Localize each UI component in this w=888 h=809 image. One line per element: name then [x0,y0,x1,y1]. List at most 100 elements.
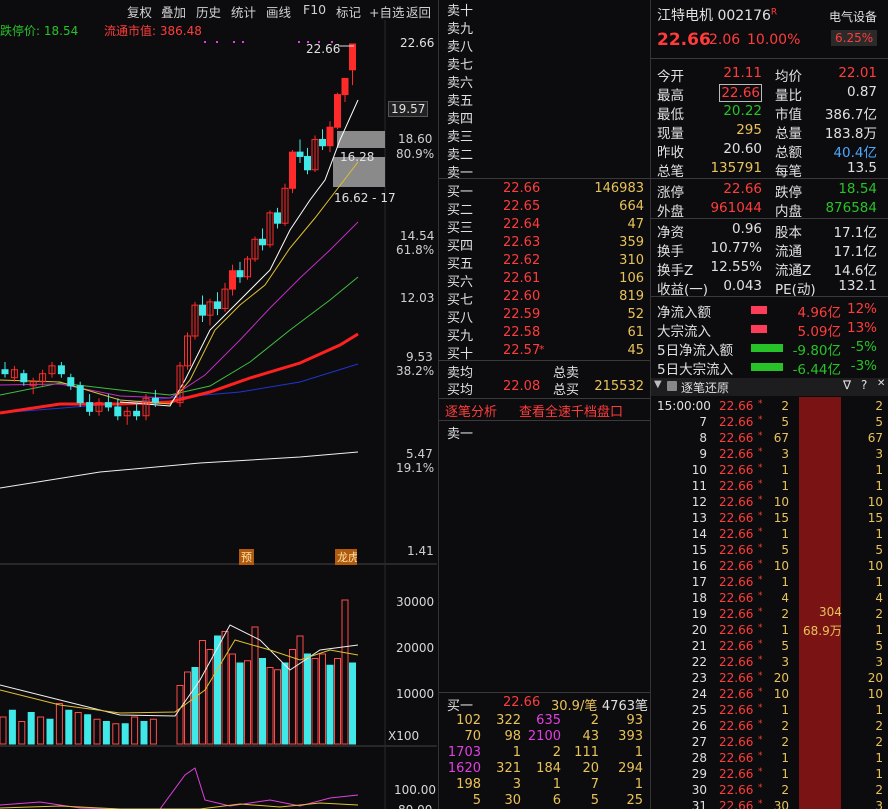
volume-bar [304,653,311,745]
tick-mark: * [758,783,763,793]
ma-magenta [0,221,359,399]
candle-body [133,410,141,417]
buy-level-row[interactable]: 买三 22.64 47 [439,217,650,236]
tick-mark: * [758,447,763,457]
tick-row: 12 22.66 * 10 10 [651,495,888,511]
tick-row: 16 22.66 * 10 10 [651,559,888,575]
tick-row: 15:00:00 22.66 * 2 2 [651,399,888,415]
quote-stat-row: 换手Z 12.55% 流通Z 14.6亿 [651,259,888,279]
tick-price: 22.66 [719,431,754,445]
stat-label: 今开 [657,69,684,85]
queue-cell: 43 [582,729,599,744]
tick-count: 2 [875,735,883,749]
stat-label: 昨收 [657,145,684,161]
tick-time: 9 [699,447,707,461]
sell-level-row[interactable]: 卖五 [439,90,650,109]
toolbar-item[interactable]: 标记 [336,2,361,21]
candle-body [326,126,334,147]
sell-level-label: 卖八 [447,40,474,55]
toolbar-item[interactable]: 画线 [266,2,291,21]
volume-bar [221,631,229,745]
tick-time: 18 [691,591,707,605]
toolbar-item[interactable]: 历史 [196,2,221,21]
candle-body [199,304,206,316]
toolbar-item[interactable]: 叠加 [161,2,186,21]
buy-level-row[interactable]: 买七 22.60 819 [439,289,650,308]
buy-level-row[interactable]: 买一 22.66 146983 [439,181,650,200]
sell-level-row[interactable]: 卖四 [439,108,650,127]
price-axis-label: 5.47 [406,447,433,461]
tick-volume: 2 [781,735,789,749]
buy-level-row[interactable]: 买九 22.58 61 [439,325,650,344]
toolbar-item[interactable]: 复权 [127,2,152,21]
buy-level-price: 22.63 [503,235,541,250]
tick-count: 1 [875,527,883,541]
mktcap-label: 流通市值: 386.48 [104,24,202,38]
buy-level-row[interactable]: 买二 22.65 664 [439,199,650,218]
candle-body [151,397,159,404]
tick-count: 5 [875,415,883,429]
tick-mark: * [758,767,763,777]
help-icon[interactable]: ? [861,378,867,392]
buy-level-row[interactable]: 买五 22.62 310 [439,253,650,272]
sell-level-row[interactable]: 卖三 [439,126,650,145]
tick-count: 5 [875,543,883,557]
queue-sell1-row: 卖一 [447,427,474,442]
tick-mark: * [758,431,763,441]
buy-level-row[interactable]: 买六 22.61 106 [439,271,650,290]
volume-bar [236,662,244,745]
chart-canvas[interactable] [0,0,437,809]
stat-value: 18.54 [838,181,877,197]
toolbar-item[interactable]: 统计 [231,2,256,21]
filter-icon[interactable]: ∇ [843,378,851,392]
indicator-axis-label: 80.00 [398,803,432,809]
buy-level-row[interactable]: 买八 22.59 52 [439,307,650,326]
tab-tick-analysis[interactable]: 逐笔分析 [445,401,497,420]
toolbar-item[interactable]: +自选 [369,2,404,21]
dragon-tiger-badge[interactable]: 龙虎榜 [335,549,357,565]
tick-volume: 2 [781,607,789,621]
tick-price: 22.66 [719,399,754,413]
tab-full-depth[interactable]: 查看全速千档盘口 [519,401,623,420]
tick-volume: 5 [781,543,789,557]
tick-count: 5 [875,639,883,653]
tick-title: 逐笔还原 [681,381,730,395]
tick-time: 19 [691,607,707,621]
close-icon[interactable]: ✕ [877,378,885,389]
kline-chart[interactable]: 复权 叠加 历史 统计 画线 F10 标记 +自选 返回 跌停价: 18.54 流通市值: 38… [0,0,437,809]
forecast-badge[interactable]: 预 [239,549,254,565]
sell-level-row[interactable]: 卖六 [439,72,650,91]
sell-level-row[interactable]: 卖八 [439,36,650,55]
queue-cell: 111 [574,745,599,760]
avg-sell-row: 卖均 总卖 [447,366,580,381]
queue-cell: 7 [590,777,599,792]
sell-level-row[interactable]: 卖十 [439,0,650,19]
tick-row: 23 22.66 * 20 20 [651,671,888,687]
zone-box [337,131,385,148]
stat-label: 现量 [657,126,684,142]
sector-name[interactable]: 电气设备 [829,8,877,25]
tick-row: 18 22.66 * 4 4 [651,591,888,607]
buy-level-volume: 146983 [594,181,644,196]
tick-mark: * [758,495,763,505]
collapse-icon[interactable]: ▼ [654,379,662,390]
toolbar-item[interactable]: F10 [303,2,326,17]
tick-mark: * [758,511,763,521]
tick-price: 22.66 [719,639,754,653]
buy-level-volume: 45 [627,343,644,358]
buy-level-label: 买八 [447,311,474,326]
tick-volume: 4 [781,591,789,605]
stat-label: 总笔 [657,164,684,180]
flow-bar [751,325,767,333]
volume-bar [266,667,274,745]
sell-level-row[interactable]: 卖七 [439,54,650,73]
toolbar-item[interactable]: 返回 [406,2,431,21]
buy-level-row[interactable]: 买十 22.57 45 * [439,343,650,362]
indicator-axis-label: 100.00 [394,783,436,797]
stat-label: 流通Z [775,263,812,279]
buy-level-volume: 359 [619,235,644,250]
buy-level-row[interactable]: 买四 22.63 359 [439,235,650,254]
sell-level-row[interactable]: 卖九 [439,18,650,37]
sell-level-row[interactable]: 卖二 [439,144,650,163]
tick-price: 22.66 [719,735,754,749]
